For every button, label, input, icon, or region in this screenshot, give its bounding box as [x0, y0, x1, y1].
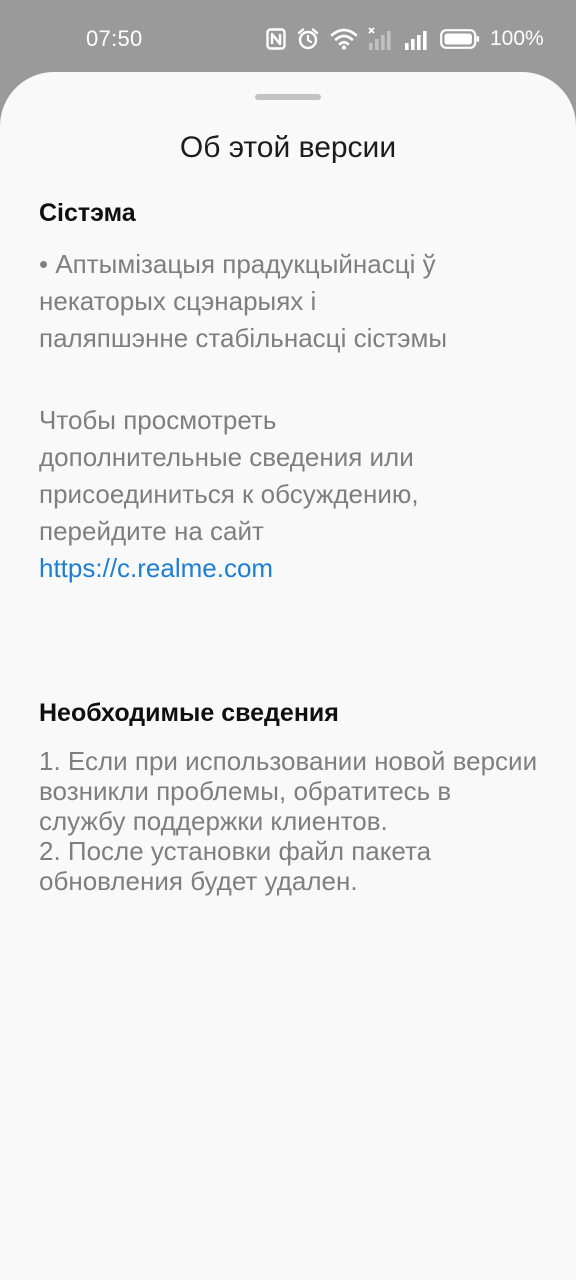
version-info-sheet: Об этой версии Сістэма • Аптымізацыя пра…: [0, 72, 576, 1280]
system-change-line: некаторых сцэнарыях і: [39, 286, 317, 316]
status-icons: 100%: [266, 24, 544, 54]
required-info-list: 1. Если при использовании новой версии в…: [39, 746, 539, 896]
system-change-line: • Аптымізацыя прадукцыйнасці ў: [39, 249, 436, 279]
system-change-line: паляпшэнне стабільнасці сістэмы: [39, 323, 448, 353]
required-info-heading: Необходимые сведения: [39, 699, 339, 727]
signal-icon: [404, 27, 430, 51]
realme-community-link[interactable]: https://c.realme.com: [39, 550, 539, 587]
battery-percent: 100%: [490, 27, 544, 50]
status-time: 07:50: [86, 26, 143, 51]
sheet-drag-handle[interactable]: [255, 94, 321, 100]
more-info-line: дополнительные сведения или: [39, 442, 414, 472]
more-info-line: Чтобы просмотреть: [39, 405, 277, 435]
battery-icon: [440, 28, 480, 50]
more-info-line: перейдите на сайт: [39, 516, 264, 546]
signal-no-service-icon: [368, 27, 394, 51]
more-info-line: присоединиться к обсуждению,: [39, 479, 419, 509]
nfc-icon: [266, 28, 286, 50]
alarm-icon: [296, 27, 320, 51]
system-changes-text: • Аптымізацыя прадукцыйнасці ў некаторых…: [39, 246, 539, 357]
system-section-heading: Сістэма: [39, 199, 136, 227]
more-info-text: Чтобы просмотреть дополнительные сведени…: [39, 402, 539, 587]
wifi-icon: [330, 28, 358, 50]
required-info-item: 1. Если при использовании новой версии в…: [39, 746, 538, 836]
required-info-item: 2. После установки файл пакета обновлени…: [39, 836, 432, 896]
sheet-title: Об этой версии: [179, 131, 397, 164]
status-bar: 07:50 100%: [0, 0, 576, 72]
